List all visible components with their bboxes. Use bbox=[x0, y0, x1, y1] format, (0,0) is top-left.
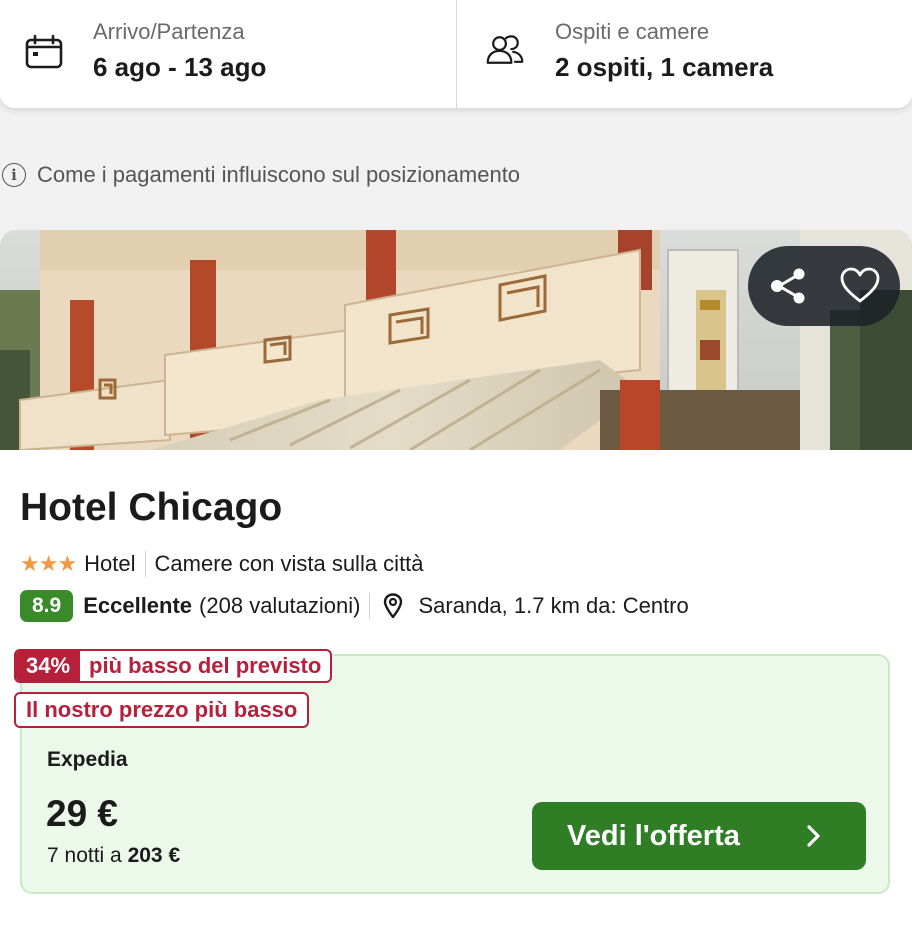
photo-actions bbox=[748, 246, 900, 326]
users-icon bbox=[486, 35, 524, 64]
favorite-button[interactable] bbox=[822, 246, 898, 326]
provider-name: Expedia bbox=[47, 748, 128, 771]
hotel-photo[interactable] bbox=[0, 230, 912, 450]
info-icon: i bbox=[2, 163, 26, 187]
guests-value: 2 ospiti, 1 camera bbox=[555, 52, 774, 82]
chevron-right-icon bbox=[807, 825, 820, 847]
total-prefix: 7 notti a bbox=[47, 844, 122, 867]
share-icon bbox=[771, 268, 805, 304]
dates-selector[interactable]: Arrivo/Partenza 6 ago - 13 ago bbox=[0, 0, 456, 108]
review-count: (208 valutazioni) bbox=[199, 593, 361, 618]
hotel-feature: Camere con vista sulla città bbox=[154, 551, 424, 576]
rating-line: 8.9 Eccellente (208 valutazioni) Saranda… bbox=[20, 590, 689, 622]
search-bar: Arrivo/Partenza 6 ago - 13 ago Ospiti e … bbox=[0, 0, 912, 108]
guests-label: Ospiti e camere bbox=[555, 19, 710, 44]
below-expected-badge: 34% più basso del previsto bbox=[14, 649, 333, 683]
guests-selector[interactable]: Ospiti e camere 2 ospiti, 1 camera bbox=[457, 0, 912, 108]
total-value: 203 € bbox=[127, 844, 181, 867]
hotel-name[interactable]: Hotel Chicago bbox=[20, 486, 282, 530]
score-badge: 8.9 bbox=[20, 590, 74, 622]
nightly-price: 29 € bbox=[46, 793, 119, 834]
view-deal-label: Vedi l'offerta bbox=[567, 819, 740, 852]
payment-ranking-link[interactable]: i Come i pagamenti influiscono sul posiz… bbox=[0, 160, 520, 190]
hotel-type: Hotel bbox=[84, 551, 136, 576]
hotel-info-line: ★★★ Hotel Camere con vista sulla città bbox=[20, 549, 424, 579]
hotel-location: Saranda, 1.7 km da: Centro bbox=[418, 593, 689, 618]
discount-percent: 34% bbox=[16, 651, 81, 681]
dates-value: 6 ago - 13 ago bbox=[93, 52, 267, 82]
rating-word: Eccellente bbox=[83, 593, 193, 618]
view-deal-button[interactable]: Vedi l'offerta bbox=[532, 802, 866, 870]
total-price: 7 notti a 203 € bbox=[47, 844, 180, 868]
heart-icon bbox=[840, 267, 880, 303]
dates-label: Arrivo/Partenza bbox=[93, 19, 245, 44]
star-rating: ★★★ bbox=[20, 551, 77, 576]
calendar-icon bbox=[25, 34, 63, 69]
location-pin-icon bbox=[383, 593, 403, 619]
hotel-card[interactable]: Hotel Chicago ★★★ Hotel Camere con vista… bbox=[0, 230, 912, 930]
lowest-price-badge: Il nostro prezzo più basso bbox=[14, 692, 310, 728]
separator bbox=[144, 551, 146, 577]
separator bbox=[369, 593, 371, 619]
payment-note-text: Come i pagamenti influiscono sul posizio… bbox=[37, 162, 521, 187]
share-button[interactable] bbox=[750, 246, 826, 326]
discount-text: più basso del previsto bbox=[89, 653, 322, 678]
